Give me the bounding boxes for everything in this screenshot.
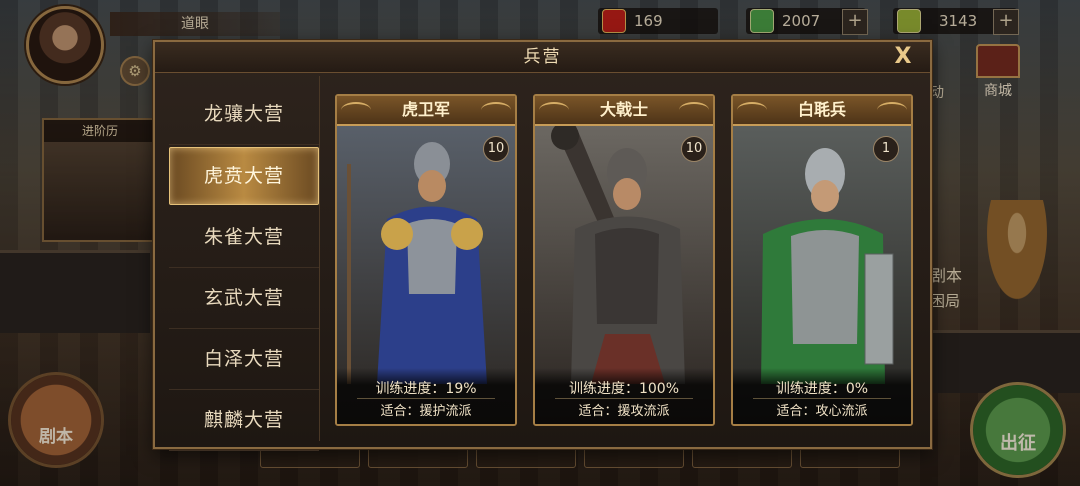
tab-xuanwu[interactable]: 玄武大营 — [169, 268, 319, 329]
troop-name: 大戟士 — [535, 96, 713, 126]
troop-level: 1 — [873, 136, 899, 162]
tab-huben[interactable]: 虎贲大营 — [169, 147, 319, 205]
troop-level: 10 — [483, 136, 509, 162]
tab-qilin[interactable]: 麒麟大营 — [169, 390, 319, 451]
troop-card[interactable]: 白毦兵 1 训练进度：0% 适合：攻心流派 — [731, 94, 913, 426]
troop-card[interactable]: 虎卫军 10 训练进度：19% 适合：援护流派 — [335, 94, 517, 426]
barracks-modal: 兵营 X 龙骧大营 虎贲大营 朱雀大营 玄武大营 白泽大营 麒麟大营 虎卫军 1… — [153, 40, 932, 451]
troop-level: 10 — [681, 136, 707, 162]
troop-fit: 适合：援攻流派 — [578, 404, 670, 419]
camp-tabs: 龙骧大营 虎贲大营 朱雀大营 玄武大营 白泽大营 麒麟大营 — [169, 84, 319, 451]
close-button[interactable]: X — [890, 44, 916, 70]
tab-zhuque[interactable]: 朱雀大营 — [169, 207, 319, 268]
info-divider — [555, 398, 693, 399]
training-progress: 训练进度：19% — [375, 381, 477, 397]
troop-fit: 适合：援护流派 — [380, 404, 472, 419]
tab-divider — [319, 76, 320, 441]
troop-info: 训练进度：19% 适合：援护流派 — [337, 368, 515, 424]
info-divider — [357, 398, 495, 399]
troop-fit: 适合：攻心流派 — [776, 404, 868, 419]
info-divider — [753, 398, 891, 399]
training-progress: 训练进度：0% — [775, 381, 869, 397]
troop-card[interactable]: 大戟士 10 训练进度：100% 适合：援攻流派 — [533, 94, 715, 426]
training-progress: 训练进度：100% — [568, 381, 680, 397]
modal-title: 兵营 — [523, 47, 562, 67]
tab-longxiang[interactable]: 龙骧大营 — [169, 84, 319, 145]
troop-info: 训练进度：100% 适合：援攻流派 — [535, 368, 713, 424]
troop-info: 训练进度：0% 适合：攻心流派 — [733, 368, 911, 424]
tab-baize[interactable]: 白泽大营 — [169, 329, 319, 390]
troop-name: 虎卫军 — [337, 96, 515, 126]
troop-name: 白毦兵 — [733, 96, 911, 126]
